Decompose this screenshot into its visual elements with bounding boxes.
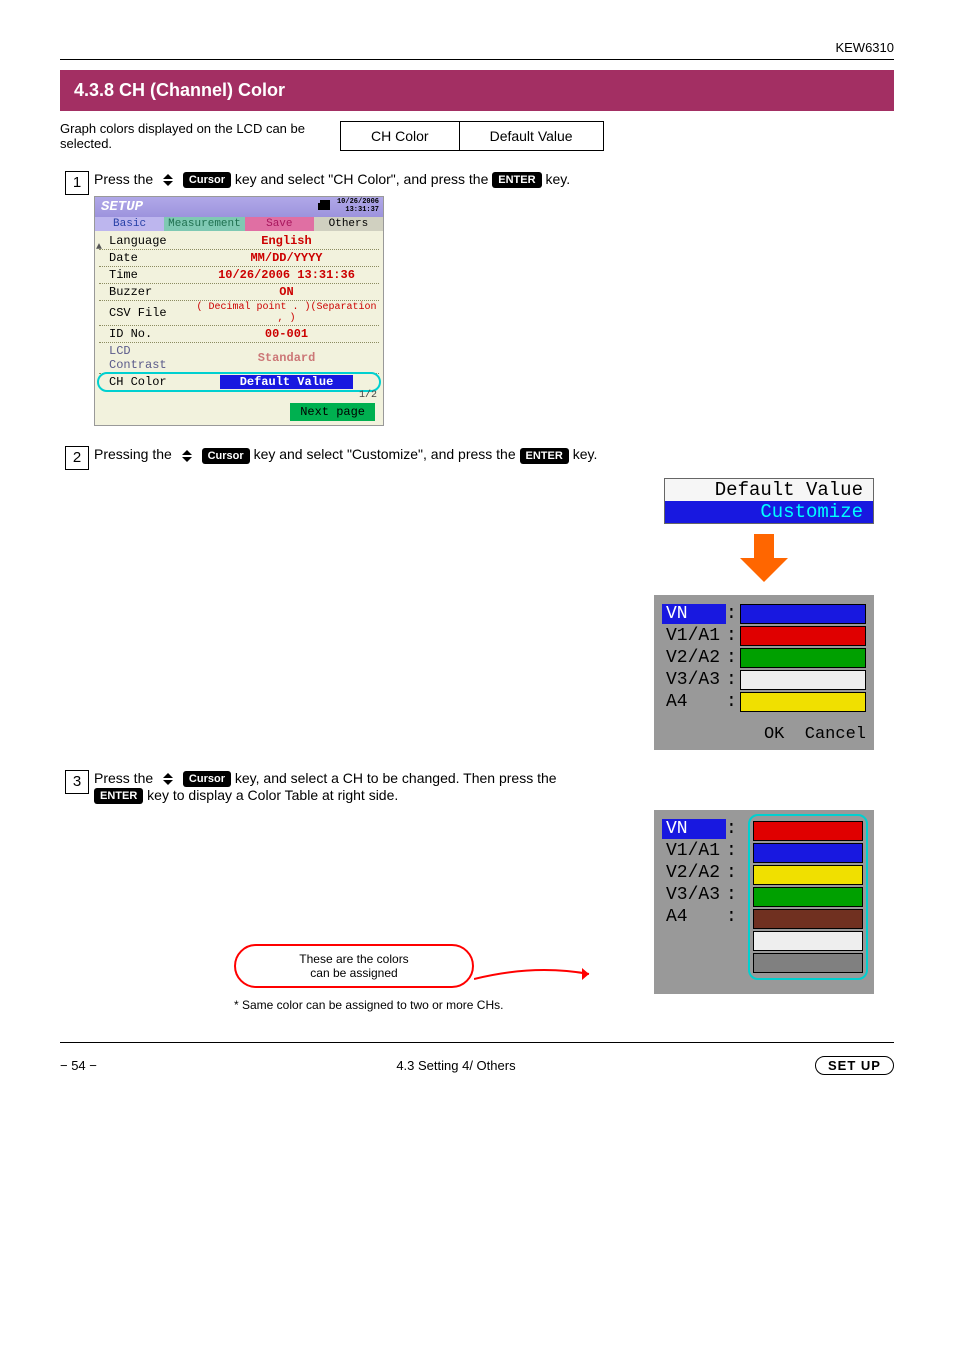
page-number: − 54 − [60, 1058, 97, 1073]
row-value: ( Decimal point . )(Separation , ) [194, 302, 379, 324]
row-label: Language [99, 234, 194, 248]
ch-v3a3[interactable]: V3/A3 [662, 885, 726, 905]
option-customize[interactable]: Customize [665, 501, 873, 523]
text: Press the [94, 770, 153, 786]
cursor-key-label: Cursor [183, 172, 231, 188]
step-number: 2 [65, 446, 89, 470]
cursor-key-label: Cursor [183, 771, 231, 787]
row-value: MM/DD/YYYY [194, 251, 379, 265]
step-3: 3 Press the Cursor key, and select a CH … [60, 770, 894, 1013]
text: key and select "CH Color", and press the [235, 171, 489, 187]
ch-v2a2[interactable]: V2/A2 [662, 863, 726, 883]
step-1: 1 Press the Cursor key and select "CH Co… [60, 171, 894, 426]
next-page-button[interactable]: Next page [290, 403, 375, 421]
row-label: CSV File [99, 306, 194, 320]
setting-table: CH Color Default Value [340, 121, 604, 151]
color-option-brown[interactable] [753, 909, 863, 929]
ch-v1a1[interactable]: V1/A1 [662, 626, 726, 646]
cancel-button[interactable]: Cancel [805, 725, 866, 744]
channel-color-panel-picker: VN: V1/A1: V2/A2: V3/A3: A4: [654, 810, 874, 994]
text: key. [545, 171, 570, 187]
swatch-v1 [740, 626, 866, 646]
swatch-a4 [740, 692, 866, 712]
text: Pressing the [94, 446, 172, 462]
tab-others[interactable]: Others [314, 217, 383, 231]
up-down-icon [176, 449, 198, 463]
ch-vn[interactable]: VN [662, 819, 726, 839]
setting-name: CH Color [341, 122, 460, 151]
ch-v1a1[interactable]: V1/A1 [662, 841, 726, 861]
footer-section: 4.3 Setting 4/ Others [396, 1058, 515, 1073]
cursor-key-label: Cursor [202, 448, 250, 464]
row-value: English [194, 234, 379, 248]
enter-key-label: ENTER [520, 448, 569, 464]
page-count: 1/2 [95, 390, 383, 401]
text: key to display a Color Table at right si… [147, 787, 398, 803]
row-value: ON [194, 285, 379, 299]
row-label: Time [99, 268, 194, 282]
row-value: Standard [194, 351, 379, 365]
color-option-yellow[interactable] [753, 865, 863, 885]
color-option-white[interactable] [753, 931, 863, 951]
row-label: LCD Contrast [99, 344, 194, 372]
tab-measurement[interactable]: Measurement [164, 217, 245, 231]
device-time: 13:31:37 [345, 206, 379, 214]
row-value: 10/26/2006 13:31:36 [194, 268, 379, 282]
setting-default: Default Value [459, 122, 603, 151]
ch-v2a2[interactable]: V2/A2 [662, 648, 726, 668]
channel-color-panel: VN: V1/A1: V2/A2: V3/A3: A4: OK Cancel [654, 595, 874, 750]
ch-a4[interactable]: A4 [662, 907, 726, 927]
ch-a4[interactable]: A4 [662, 692, 726, 712]
setup-badge: SET UP [815, 1056, 894, 1075]
row-label: Buzzer [99, 285, 194, 299]
text: key, and select a CH to be changed. Then… [235, 770, 557, 786]
cf-card-icon [317, 199, 333, 215]
ch-vn[interactable]: VN [662, 604, 726, 624]
color-option-red[interactable] [753, 821, 863, 841]
tab-basic[interactable]: Basic [95, 217, 164, 231]
ok-button[interactable]: OK [764, 725, 784, 744]
row-value-chcolor[interactable]: Default Value [220, 375, 354, 389]
device-screenshot: SETUP 10/26/2006 13:31:37 Basic Measurem… [94, 196, 384, 426]
option-default[interactable]: Default Value [665, 479, 873, 501]
step-2: 2 Pressing the Cursor key and select "Cu… [60, 446, 894, 749]
enter-key-label: ENTER [492, 172, 541, 188]
tab-save[interactable]: Save [245, 217, 314, 231]
callout-leader-line [474, 964, 594, 994]
callout-bubble: These are the colors can be assigned [234, 944, 474, 988]
bottom-rule [60, 1042, 894, 1043]
header-model: KEW6310 [60, 40, 894, 55]
text: Press the [94, 171, 153, 187]
intro-text: Graph colors displayed on the LCD can be… [60, 121, 340, 151]
row-value: 00-001 [194, 327, 379, 341]
row-label: ID No. [99, 327, 194, 341]
swatch-v2 [740, 648, 866, 668]
enter-key-label: ENTER [94, 788, 143, 804]
top-rule [60, 59, 894, 60]
section-banner: 4.3.8 CH (Channel) Color [60, 70, 894, 111]
row-label-chcolor: CH Color [99, 375, 194, 389]
ch-v3a3[interactable]: V3/A3 [662, 670, 726, 690]
device-date: 10/26/2006 [337, 198, 379, 206]
row-label: Date [99, 251, 194, 265]
footnote: * Same color can be assigned to two or m… [234, 998, 894, 1012]
color-option-green[interactable] [753, 887, 863, 907]
up-down-icon [157, 173, 179, 187]
swatch-vn [740, 604, 866, 624]
up-down-icon [157, 772, 179, 786]
scroll-up-icon: ▲ [96, 242, 102, 253]
color-table-popup [748, 814, 868, 980]
text: key. [573, 446, 598, 462]
swatch-v3 [740, 670, 866, 690]
step-number: 1 [65, 171, 89, 195]
step-number: 3 [65, 770, 89, 794]
option-dropdown: Default Value Customize [664, 478, 874, 524]
text: key and select "Customize", and press th… [254, 446, 516, 462]
color-option-gray[interactable] [753, 953, 863, 973]
down-arrow-icon [736, 530, 792, 586]
color-option-blue[interactable] [753, 843, 863, 863]
device-title: SETUP [101, 199, 143, 215]
